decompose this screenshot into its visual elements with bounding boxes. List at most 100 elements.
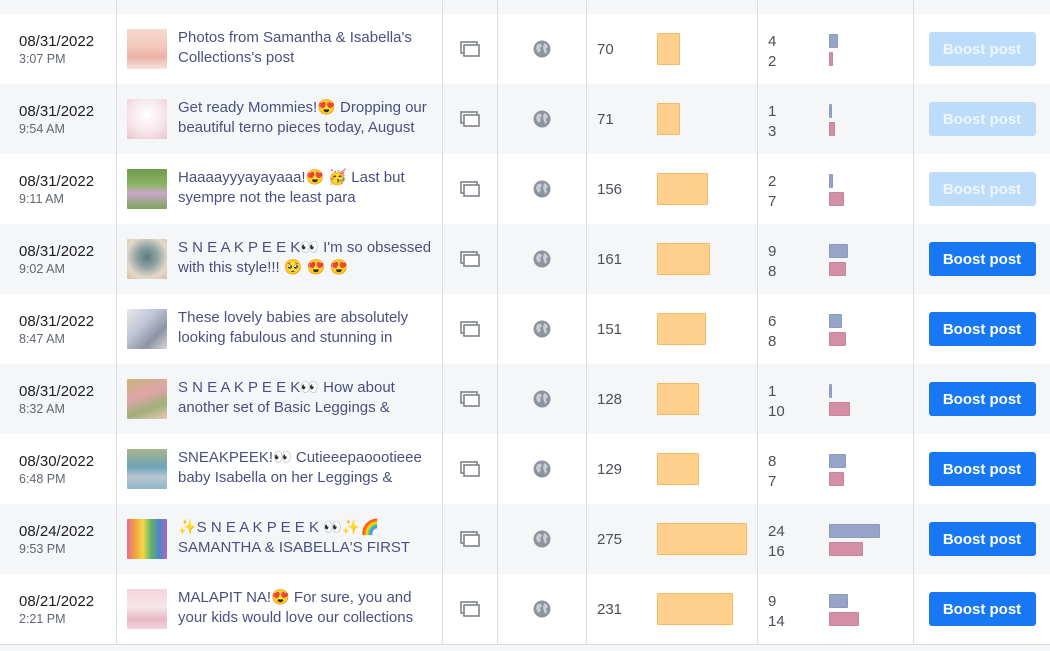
boost-post-button[interactable]: Boost post — [928, 102, 1036, 136]
post-time: 9:53 PM — [19, 542, 66, 556]
photo-album-icon — [460, 41, 480, 57]
reach-value: 70 — [597, 41, 614, 58]
table-row[interactable]: 08/31/2022 8:47 AM These lovely babies a… — [0, 294, 1050, 364]
engagement-cell: 6 8 — [758, 294, 914, 364]
table-row[interactable]: 08/21/2022 2:21 PM MALAPIT NA!😍 For sure… — [0, 574, 1050, 644]
post-thumbnail[interactable] — [127, 99, 167, 139]
reach-bar — [657, 383, 699, 415]
post-cell[interactable]: MALAPIT NA!😍 For sure, you and your kids… — [117, 574, 443, 644]
reach-bar — [657, 173, 708, 205]
reactions-bar — [829, 332, 846, 346]
post-cell[interactable]: SNEAKPEEK!👀 Cutieeepaoootieee baby Isabe… — [117, 434, 443, 504]
post-time: 9:54 AM — [19, 122, 65, 136]
post-clicks-bar — [829, 244, 848, 258]
targeting-cell — [498, 364, 587, 434]
reach-bar — [657, 243, 710, 275]
boost-post-button[interactable]: Boost post — [928, 32, 1036, 66]
post-cell[interactable]: Get ready Mommies!😍 Dropping our beautif… — [117, 84, 443, 154]
reactions-bar — [829, 542, 863, 556]
type-cell — [443, 364, 498, 434]
post-thumbnail[interactable] — [127, 29, 167, 69]
table-row[interactable]: 08/31/2022 9:11 AM Haaaayyyayayaaa!😍 🥳 L… — [0, 154, 1050, 224]
published-cell: 08/30/2022 6:48 PM — [0, 434, 117, 504]
reactions-bar — [829, 402, 850, 416]
type-cell — [443, 14, 498, 84]
post-clicks-bar — [829, 104, 832, 118]
post-clicks-bar — [829, 174, 833, 188]
post-cell[interactable]: Photos from Samantha & Isabella's Collec… — [117, 14, 443, 84]
post-cell[interactable]: Haaaayyyayayaaa!😍 🥳 Last but syempre not… — [117, 154, 443, 224]
reactions-bar — [829, 122, 835, 136]
table-row[interactable]: 08/31/2022 9:54 AM Get ready Mommies!😍 D… — [0, 84, 1050, 154]
post-thumbnail[interactable] — [127, 379, 167, 419]
post-text[interactable]: S N E A K P E E K👀 How about another set… — [178, 378, 440, 419]
post-date: 08/31/2022 — [19, 313, 95, 330]
reach-cell: 161 — [587, 224, 758, 294]
post-thumbnail[interactable] — [127, 239, 167, 279]
engagement-cell: 9 14 — [758, 574, 914, 644]
targeting-cell — [498, 434, 587, 504]
post-date: 08/31/2022 — [19, 383, 95, 400]
reach-value: 71 — [597, 111, 614, 128]
reach-cell: 129 — [587, 434, 758, 504]
boost-post-button[interactable]: Boost post — [928, 522, 1036, 556]
post-text[interactable]: Get ready Mommies!😍 Dropping our beautif… — [178, 98, 440, 139]
promote-cell: Boost post — [914, 504, 1050, 574]
post-thumbnail[interactable] — [127, 589, 167, 629]
post-cell[interactable]: S N E A K P E E K👀 I'm so obsessed with … — [117, 224, 443, 294]
post-cell[interactable]: ✨S N E A K P E E K 👀✨🌈 SAMANTHA & ISABEL… — [117, 504, 443, 574]
post-text[interactable]: SNEAKPEEK!👀 Cutieeepaoootieee baby Isabe… — [178, 448, 440, 489]
post-text[interactable]: MALAPIT NA!😍 For sure, you and your kids… — [178, 588, 440, 629]
reach-value: 156 — [597, 181, 623, 198]
reach-bar — [657, 593, 733, 625]
post-cell[interactable]: These lovely babies are absolutely looki… — [117, 294, 443, 364]
reach-bar — [657, 313, 706, 345]
post-clicks-value: 9 — [768, 593, 777, 610]
reach-value: 128 — [597, 391, 623, 408]
post-text[interactable]: Photos from Samantha & Isabella's Collec… — [178, 28, 440, 69]
boost-post-button[interactable]: Boost post — [928, 242, 1036, 276]
post-time: 2:21 PM — [19, 612, 66, 626]
targeting-cell — [498, 84, 587, 154]
boost-post-button[interactable]: Boost post — [928, 452, 1036, 486]
table-row[interactable]: 08/31/2022 8:32 AM S N E A K P E E K👀 Ho… — [0, 364, 1050, 434]
post-time: 6:48 PM — [19, 472, 66, 486]
reach-cell: 128 — [587, 364, 758, 434]
reach-bar — [657, 33, 680, 65]
table-top-strip — [0, 0, 1050, 14]
post-clicks-value: 24 — [768, 523, 785, 540]
photo-album-icon — [460, 251, 480, 267]
globe-icon — [533, 320, 551, 338]
post-clicks-bar — [829, 384, 832, 398]
post-text[interactable]: Haaaayyyayayaaa!😍 🥳 Last but syempre not… — [178, 168, 440, 209]
globe-icon — [533, 460, 551, 478]
reach-cell: 151 — [587, 294, 758, 364]
post-clicks-bar — [829, 594, 848, 608]
targeting-cell — [498, 504, 587, 574]
post-text[interactable]: These lovely babies are absolutely looki… — [178, 308, 440, 349]
post-thumbnail[interactable] — [127, 519, 167, 559]
post-clicks-value: 4 — [768, 33, 777, 50]
post-thumbnail[interactable] — [127, 169, 167, 209]
table-row[interactable]: 08/31/2022 3:07 PM Photos from Samantha … — [0, 14, 1050, 84]
boost-post-button[interactable]: Boost post — [928, 592, 1036, 626]
post-thumbnail[interactable] — [127, 309, 167, 349]
post-text[interactable]: ✨S N E A K P E E K 👀✨🌈 SAMANTHA & ISABEL… — [178, 518, 440, 559]
table-row[interactable]: 08/30/2022 6:48 PM SNEAKPEEK!👀 Cutieeepa… — [0, 434, 1050, 504]
type-cell — [443, 84, 498, 154]
boost-post-button[interactable]: Boost post — [928, 312, 1036, 346]
reactions-bar — [829, 262, 846, 276]
reach-cell: 275 — [587, 504, 758, 574]
post-clicks-value: 8 — [768, 453, 777, 470]
post-thumbnail[interactable] — [127, 449, 167, 489]
promote-cell: Boost post — [914, 364, 1050, 434]
post-text[interactable]: S N E A K P E E K👀 I'm so obsessed with … — [178, 238, 440, 279]
table-row[interactable]: 08/24/2022 9:53 PM ✨S N E A K P E E K 👀✨… — [0, 504, 1050, 574]
reactions-value: 7 — [768, 473, 777, 490]
post-date: 08/31/2022 — [19, 33, 95, 50]
boost-post-button[interactable]: Boost post — [928, 382, 1036, 416]
boost-post-button[interactable]: Boost post — [928, 172, 1036, 206]
post-clicks-value: 1 — [768, 383, 777, 400]
table-row[interactable]: 08/31/2022 9:02 AM S N E A K P E E K👀 I'… — [0, 224, 1050, 294]
post-cell[interactable]: S N E A K P E E K👀 How about another set… — [117, 364, 443, 434]
